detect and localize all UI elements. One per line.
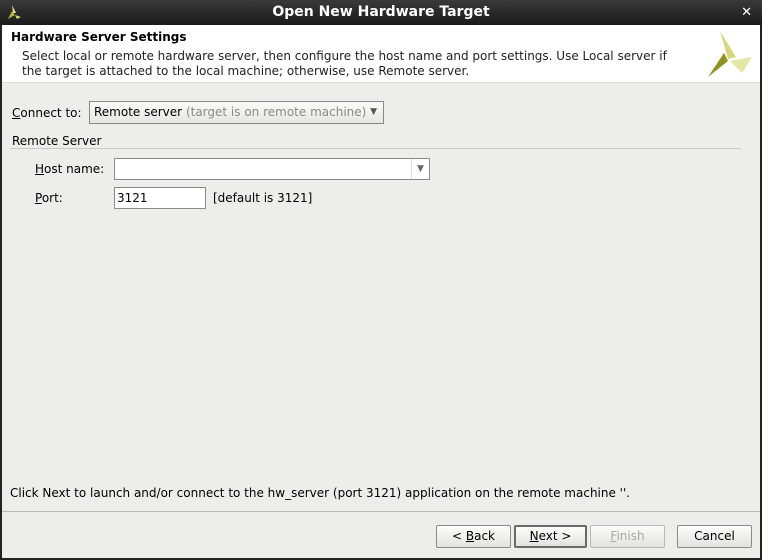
host-name-label: Host name:: [35, 162, 105, 176]
host-name-combobox[interactable]: ▼: [114, 158, 430, 180]
remote-server-section-label: Remote Server: [12, 134, 102, 148]
connect-to-label: Connect to:: [12, 106, 82, 120]
window-title: Open New Hardware Target: [272, 4, 490, 20]
back-button[interactable]: < Back: [436, 525, 511, 548]
finish-button[interactable]: Finish: [590, 525, 665, 548]
section-divider: [10, 148, 741, 149]
selected-hint: (target is on remote machine): [185, 105, 367, 119]
next-button[interactable]: Next >: [514, 525, 587, 548]
cancel-button[interactable]: Cancel: [677, 525, 752, 548]
close-icon[interactable]: ✕: [741, 0, 752, 25]
chevron-down-icon: ▼: [370, 107, 377, 117]
title-bar: Open New Hardware Target ✕: [0, 0, 762, 25]
chevron-down-icon[interactable]: ▼: [411, 159, 429, 179]
footer-divider: [2, 511, 760, 512]
page-description: Select local or remote hardware server, …: [22, 49, 667, 78]
port-default-hint: [default is 3121]: [213, 191, 313, 205]
port-label: Port:: [35, 191, 63, 205]
page-title: Hardware Server Settings: [11, 30, 187, 44]
status-message: Click Next to launch and/or connect to t…: [10, 486, 631, 500]
wizard-header: Hardware Server Settings Select local or…: [2, 25, 760, 83]
connect-to-dropdown[interactable]: Remote server (target is on remote machi…: [89, 101, 384, 124]
port-input[interactable]: 3121: [114, 187, 206, 209]
selected-value: Remote server: [94, 105, 183, 119]
xilinx-logo-icon: [706, 29, 754, 82]
